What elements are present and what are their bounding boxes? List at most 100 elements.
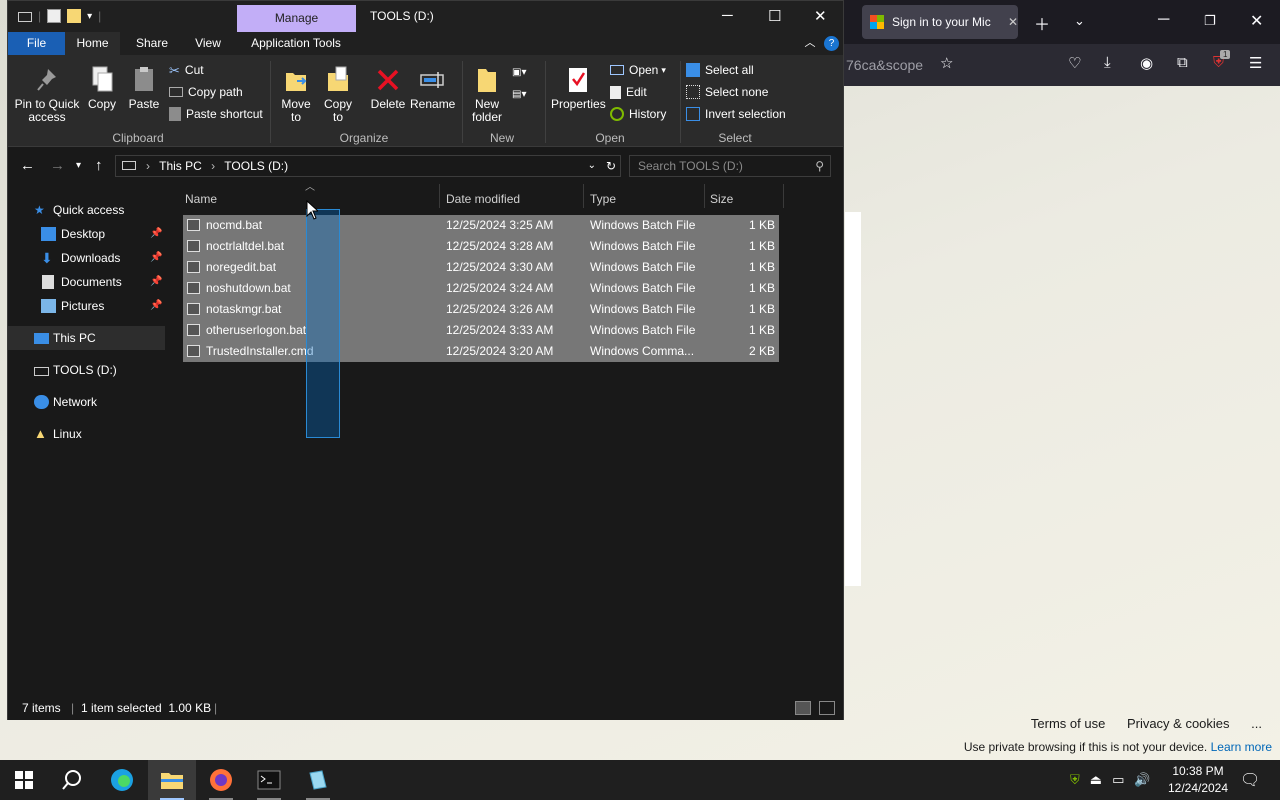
breadcrumb-tools[interactable]: TOOLS (D:): [224, 159, 288, 173]
restore-icon[interactable]: ❐: [1204, 13, 1216, 29]
history-button[interactable]: History: [610, 104, 666, 124]
file-row[interactable]: noregedit.bat 12/25/2024 3:30 AM Windows B…: [183, 257, 779, 278]
breadcrumb-this-pc[interactable]: This PC: [159, 159, 202, 173]
up-icon[interactable]: ↑: [95, 157, 103, 174]
nav-desktop[interactable]: Desktop 📌: [8, 222, 165, 246]
file-explorer-app[interactable]: [148, 760, 196, 800]
recent-locations-icon[interactable]: ▾: [76, 160, 81, 171]
learn-more-link[interactable]: Learn more: [1211, 740, 1272, 754]
nav-tools-drive[interactable]: TOOLS (D:): [8, 358, 165, 382]
defender-icon[interactable]: ⛨: [1070, 772, 1080, 788]
close-icon[interactable]: ✕: [814, 7, 827, 25]
invert-selection-button[interactable]: Invert selection: [686, 104, 786, 124]
file-row[interactable]: otheruserlogon.bat 12/25/2024 3:33 AM Wind…: [183, 320, 779, 341]
cut-button[interactable]: ✂ Cut: [169, 60, 204, 80]
edge-app[interactable]: [98, 760, 146, 800]
help-icon[interactable]: ?: [824, 36, 839, 51]
nav-quick-access[interactable]: ★ Quick access: [8, 198, 165, 222]
back-icon[interactable]: ←: [20, 157, 35, 174]
terminal-app[interactable]: [245, 760, 293, 800]
minimize-icon[interactable]: ─: [722, 7, 733, 24]
column-header-name[interactable]: Name: [185, 187, 217, 211]
select-none-button[interactable]: Select none: [686, 82, 768, 102]
address-dropdown-icon[interactable]: ⌄: [588, 156, 596, 176]
tab-share[interactable]: Share: [126, 32, 178, 55]
copy-path-button[interactable]: Copy path: [169, 82, 243, 102]
new-tab-icon[interactable]: ＋: [1034, 11, 1050, 35]
privacy-link[interactable]: Privacy & cookies: [1127, 716, 1230, 731]
tab-view[interactable]: View: [184, 32, 232, 55]
usb-icon[interactable]: ⏏: [1090, 772, 1102, 788]
minimize-icon[interactable]: ─: [1158, 11, 1169, 29]
tab-application-tools[interactable]: Application Tools: [244, 32, 348, 55]
bookmark-star-icon[interactable]: ☆: [940, 54, 953, 72]
maximize-icon[interactable]: ☐: [768, 7, 781, 25]
copy-to-button[interactable]: Copy to: [322, 65, 354, 124]
browser-tab[interactable]: Sign in to your Mic ✕: [862, 5, 1018, 39]
notifications-button[interactable]: 🗨: [1240, 760, 1260, 800]
nav-this-pc[interactable]: This PC: [8, 326, 165, 350]
nav-downloads[interactable]: ⬇ Downloads 📌: [8, 246, 165, 270]
new-item-icon[interactable]: ▣▾: [512, 62, 526, 82]
easy-access-icon[interactable]: ▤▾: [512, 84, 526, 104]
tab-list-icon[interactable]: ⌄: [1074, 13, 1085, 29]
close-tab-icon[interactable]: ✕: [1008, 15, 1018, 29]
close-icon[interactable]: ✕: [1250, 11, 1263, 31]
extensions-icon[interactable]: ⧉: [1177, 54, 1188, 71]
nav-pictures[interactable]: Pictures 📌: [8, 294, 165, 318]
start-button[interactable]: [0, 760, 48, 800]
pocket-icon[interactable]: ♡: [1068, 54, 1081, 72]
copy-button[interactable]: Copy: [86, 65, 118, 111]
column-header-date[interactable]: Date modified: [446, 187, 520, 211]
paste-button[interactable]: Paste: [127, 65, 161, 111]
more-options-link[interactable]: ...: [1251, 716, 1262, 731]
column-header-type[interactable]: Type: [590, 187, 616, 211]
menu-icon[interactable]: ☰: [1249, 54, 1262, 72]
terms-link[interactable]: Terms of use: [1031, 716, 1105, 731]
column-divider[interactable]: [704, 184, 705, 208]
column-divider[interactable]: [783, 184, 784, 208]
select-all-button[interactable]: Select all: [686, 60, 754, 80]
forward-icon[interactable]: →: [50, 157, 65, 174]
url-bar[interactable]: 76ca&scope: [844, 52, 934, 78]
firefox-app[interactable]: [197, 760, 245, 800]
properties-icon[interactable]: [47, 9, 62, 23]
refresh-icon[interactable]: ↻: [606, 156, 616, 176]
search-input[interactable]: Search TOOLS (D:) ⚲: [629, 155, 831, 177]
customize-toolbar-icon[interactable]: ▾: [87, 11, 92, 22]
search-button[interactable]: [48, 760, 96, 800]
new-folder-button[interactable]: New folder: [468, 65, 506, 124]
rename-button[interactable]: Rename: [410, 65, 455, 111]
properties-button[interactable]: Properties: [551, 65, 606, 111]
file-row[interactable]: noshutdown.bat 12/25/2024 3:24 AM Windows …: [183, 278, 779, 299]
new-folder-icon[interactable]: [67, 9, 82, 23]
account-icon[interactable]: ◉: [1140, 54, 1153, 72]
edit-button[interactable]: Edit: [610, 82, 647, 102]
notepad-app[interactable]: [294, 760, 342, 800]
nav-linux[interactable]: ▲ Linux: [8, 422, 165, 446]
clock[interactable]: 10:38 PM 12/24/2024: [1160, 763, 1236, 797]
tab-file[interactable]: File: [8, 32, 65, 55]
open-button[interactable]: Open ▾: [610, 60, 666, 80]
volume-icon[interactable]: 🔊: [1134, 772, 1150, 788]
file-row[interactable]: notaskmgr.bat 12/25/2024 3:26 AM Windows B…: [183, 299, 779, 320]
file-row[interactable]: noctrlaltdel.bat 12/25/2024 3:28 AM Window…: [183, 236, 779, 257]
manage-context-tab[interactable]: Manage: [237, 5, 356, 32]
large-icons-view-icon[interactable]: [819, 701, 835, 715]
column-header-size[interactable]: Size: [710, 187, 733, 211]
nav-network[interactable]: Network: [8, 390, 165, 414]
delete-button[interactable]: Delete: [370, 65, 406, 111]
column-divider[interactable]: [583, 184, 584, 208]
nav-documents[interactable]: Documents 📌: [8, 270, 165, 294]
paste-shortcut-button[interactable]: Paste shortcut: [169, 104, 263, 124]
pin-quick-access-button[interactable]: Pin to Quick access: [14, 65, 80, 124]
file-row[interactable]: nocmd.bat 12/25/2024 3:25 AM Windows Batch…: [183, 215, 779, 236]
details-view-icon[interactable]: [795, 701, 811, 715]
tab-home[interactable]: Home: [65, 32, 120, 55]
file-row[interactable]: TrustedInstaller.cmd 12/25/2024 3:20 AM Wi…: [183, 341, 779, 362]
download-icon[interactable]: ⤓: [1104, 54, 1111, 71]
address-bar[interactable]: › This PC › TOOLS (D:) ⌄ ↻: [115, 155, 621, 177]
collapse-ribbon-icon[interactable]: ︿: [802, 32, 818, 55]
move-to-button[interactable]: Move to: [280, 65, 312, 124]
column-divider[interactable]: [439, 184, 440, 208]
